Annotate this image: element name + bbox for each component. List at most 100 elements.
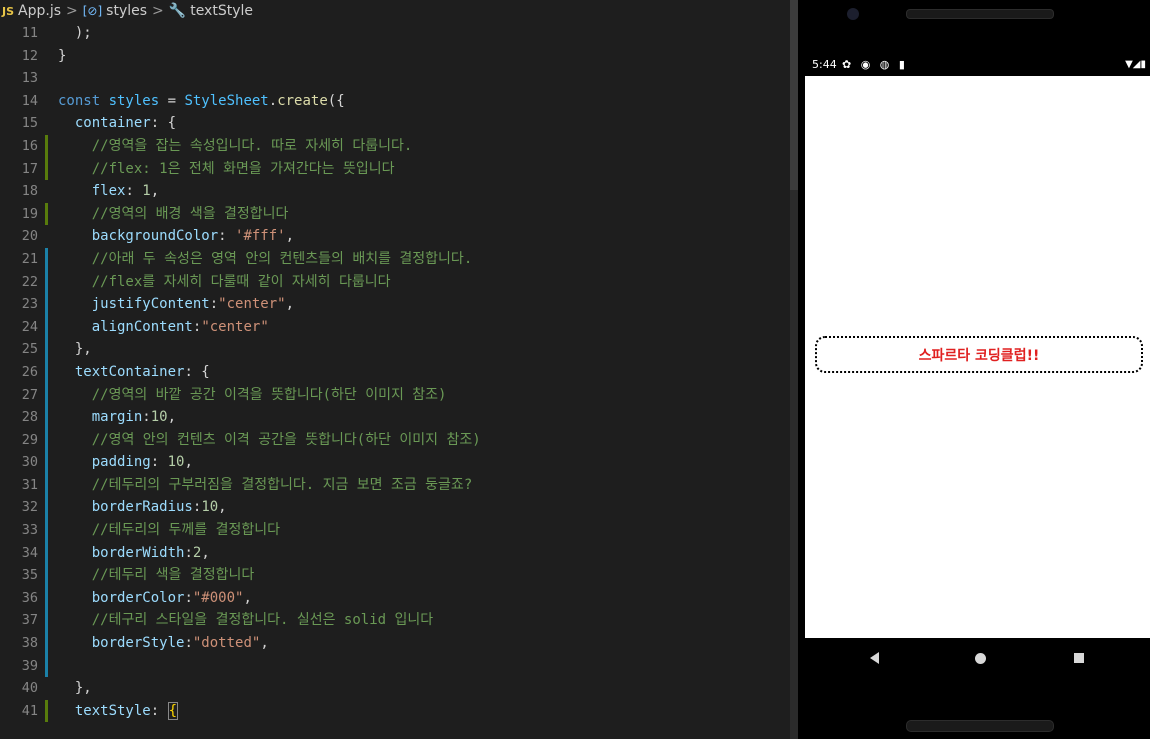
code-line[interactable]: 27 //영역의 바깥 공간 이격을 뜻합니다(하단 이미지 참조): [0, 383, 790, 407]
code-line[interactable]: 32 borderRadius:10,: [0, 496, 790, 520]
line-text: //영역의 배경 색을 결정합니다: [58, 203, 289, 226]
code-token: backgroundColor: [74, 228, 219, 245]
code-line[interactable]: 14 const styles = StyleSheet.create({: [0, 90, 790, 113]
code-token: }: [58, 47, 67, 64]
line-text: textStyle: {: [58, 700, 179, 723]
code-line[interactable]: 13: [0, 67, 790, 90]
line-text: container: {: [58, 112, 176, 135]
line-number: 18: [21, 183, 38, 200]
line-number: 37: [21, 612, 38, 629]
code-line[interactable]: 35 //테두리 색을 결정합니다: [0, 564, 790, 587]
code-token: //영역의 배경 색을 결정합니다: [74, 205, 289, 222]
line-text: },: [58, 677, 92, 700]
line-number: 33: [21, 522, 38, 539]
code-editor[interactable]: JS App.js > [⊘] styles > 🔧 textStyle 11 ); 12} 13…: [0, 0, 790, 739]
line-text: const styles = StyleSheet.create({: [58, 90, 345, 113]
code-token: "center": [201, 318, 269, 335]
recents-icon[interactable]: [1074, 653, 1084, 663]
line-text: borderRadius:10,: [58, 496, 227, 519]
line-text: //flex: 1은 전체 화면을 가져간다는 뜻입니다: [58, 158, 395, 181]
code-token: alignContent: [74, 318, 193, 335]
line-number: 23: [21, 296, 38, 313]
code-line[interactable]: 28 margin:10,: [0, 406, 790, 429]
line-number: 41: [21, 702, 38, 719]
code-token: textContainer: [58, 363, 185, 380]
breadcrumb-styles[interactable]: styles: [106, 0, 147, 22]
code-line[interactable]: 29 //영역 안의 컨텐츠 이격 공간을 뜻합니다(하단 이미지 참조): [0, 428, 790, 452]
code-line[interactable]: 30 padding: 10,: [0, 451, 790, 474]
code-token: textStyle: [58, 702, 151, 719]
code-line[interactable]: 37 //테구리 스타일을 결정합니다. 실선은 solid 입니다: [0, 609, 790, 633]
code-line[interactable]: 23 justifyContent:"center",: [0, 293, 790, 316]
line-number: 15: [21, 115, 38, 132]
nav-bar: [798, 638, 1150, 680]
git-change-marker: [45, 541, 48, 565]
code-token: //테구리 스타일을 결정합니다. 실선은 solid 입니다: [74, 612, 434, 629]
line-number: 12: [21, 47, 38, 64]
line-text: backgroundColor: '#fff',: [58, 225, 294, 248]
code-lines[interactable]: 11 ); 12} 13 14 const styles = StyleSheet.cr…: [0, 22, 790, 723]
code-line[interactable]: 19 //영역의 배경 색을 결정합니다: [0, 202, 790, 226]
code-token: const: [58, 92, 109, 109]
code-line[interactable]: 41 textStyle: {: [0, 699, 790, 723]
status-bar: 5:44 ✿ ◉ ◍ ▮ ▼◢▮: [798, 54, 1150, 76]
line-number: 16: [21, 137, 38, 154]
home-icon[interactable]: [975, 653, 986, 664]
code-token: //테두리의 구부러짐을 결정합니다. 지금 보면 조금 둥글죠?: [74, 476, 473, 493]
line-number: 24: [21, 318, 38, 335]
code-line[interactable]: 15 container: {: [0, 112, 790, 135]
code-line[interactable]: 22 //flex를 자세히 다룰때 같이 자세히 다룹니다: [0, 270, 790, 294]
code-line[interactable]: 12}: [0, 45, 790, 68]
code-token: //flex를 자세히 다룰때 같이 자세히 다룹니다: [74, 273, 391, 290]
code-token: :: [184, 544, 193, 561]
code-line[interactable]: 18 flex: 1,: [0, 180, 790, 203]
git-change-marker: [45, 519, 48, 542]
code-line[interactable]: 40 },: [0, 677, 790, 700]
line-number: 20: [21, 228, 38, 245]
breadcrumb-textstyle[interactable]: textStyle: [190, 0, 253, 22]
code-line[interactable]: 17 //flex: 1은 전체 화면을 가져간다는 뜻입니다: [0, 157, 790, 181]
code-line[interactable]: 33 //테두리의 두께를 결정합니다: [0, 519, 790, 542]
line-text: }: [58, 45, 66, 68]
code-line[interactable]: 25 },: [0, 338, 790, 361]
git-change-marker: [45, 654, 48, 678]
code-line[interactable]: 11 );: [0, 22, 790, 45]
code-line[interactable]: 36 borderColor:"#000",: [0, 586, 790, 610]
code-token: ,: [218, 499, 227, 516]
code-token: 10: [167, 454, 185, 471]
code-line[interactable]: 16 //영역을 잡는 속성입니다. 따로 자세히 다룹니다.: [0, 134, 790, 158]
line-text: alignContent:"center": [58, 316, 269, 339]
code-line[interactable]: 20 backgroundColor: '#fff',: [0, 225, 790, 248]
code-token: //아래 두 속성은 영역 안의 컨텐츠들의 배치를 결정합니다.: [74, 250, 473, 267]
text-label: 스파르타 코딩클럽!!: [918, 347, 1040, 364]
code-token: ,: [150, 183, 160, 200]
code-line[interactable]: 38 borderStyle:"dotted",: [0, 632, 790, 655]
line-text: //테두리의 구부러짐을 결정합니다. 지금 보면 조금 둥글죠?: [58, 474, 473, 497]
git-change-marker: [45, 134, 48, 158]
code-token: //테두리 색을 결정합니다: [74, 567, 255, 584]
speaker-grille: [906, 9, 1054, 19]
code-token: "dotted": [192, 635, 261, 652]
code-line[interactable]: 24 alignContent:"center": [0, 315, 790, 339]
code-token: "center": [218, 296, 286, 313]
split-divider[interactable]: [790, 0, 798, 739]
line-number: 22: [21, 273, 38, 290]
code-token: {: [167, 701, 179, 720]
scrollbar-thumb[interactable]: [790, 0, 798, 190]
back-icon[interactable]: [870, 652, 879, 664]
code-token: );: [74, 25, 92, 41]
code-line[interactable]: 34 borderWidth:2,: [0, 541, 790, 565]
code-token: ,: [285, 296, 295, 313]
code-line[interactable]: 31 //테두리의 구부러짐을 결정합니다. 지금 보면 조금 둥글죠?: [0, 473, 790, 497]
line-text: //영역의 바깥 공간 이격을 뜻합니다(하단 이미지 참조): [58, 384, 447, 407]
code-line[interactable]: 21 //아래 두 속성은 영역 안의 컨텐츠들의 배치를 결정합니다.: [0, 247, 790, 271]
breadcrumb-file[interactable]: App.js: [18, 0, 61, 22]
line-text: //영역을 잡는 속성입니다. 따로 자세히 다룹니다.: [58, 135, 413, 158]
code-line[interactable]: 26 textContainer: {: [0, 360, 790, 384]
variable-icon: [⊘]: [82, 4, 103, 18]
git-change-marker: [45, 609, 48, 633]
code-token: padding: [74, 454, 151, 471]
git-change-marker: [45, 428, 48, 452]
code-line[interactable]: 39: [0, 654, 790, 678]
breadcrumb: JS App.js > [⊘] styles > 🔧 textStyle: [0, 0, 790, 22]
